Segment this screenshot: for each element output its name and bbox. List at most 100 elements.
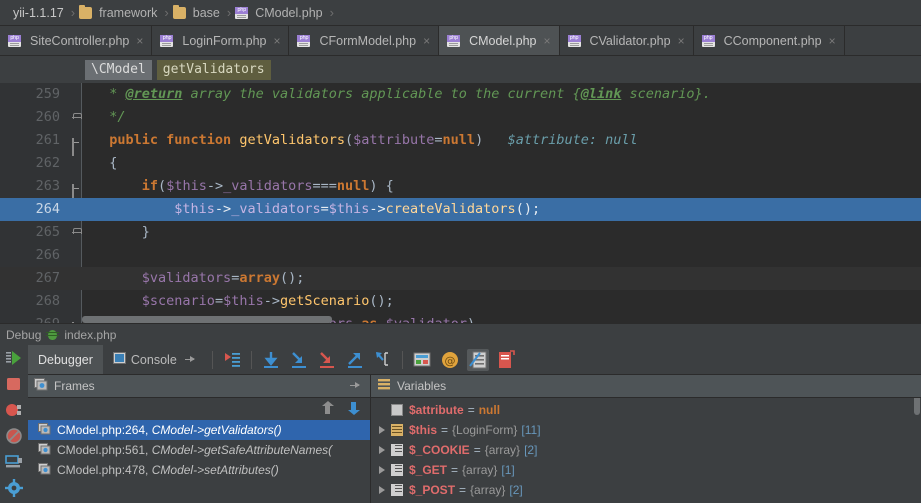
breadcrumb-item-file[interactable]: CModel.php	[233, 0, 327, 26]
variable-row[interactable]: $attribute = null	[371, 400, 921, 420]
console-view-icon[interactable]	[5, 453, 23, 471]
tab-sitecontroller[interactable]: SiteController.php ×	[0, 26, 153, 55]
step-into-icon[interactable]	[288, 349, 310, 371]
variable-equals: =	[459, 483, 467, 497]
show-execution-point-icon[interactable]	[221, 349, 243, 371]
array-icon	[391, 484, 403, 496]
code-editor[interactable]: 259 * @return array the validators appli…	[0, 83, 921, 323]
structure-member-chip[interactable]: getValidators	[156, 60, 271, 80]
code-token: }	[93, 224, 150, 240]
fold-end-icon[interactable]	[72, 228, 81, 237]
close-icon[interactable]: ×	[136, 35, 143, 47]
code-line[interactable]: 268 $scenario=$this->getScenario();	[0, 290, 921, 313]
breadcrumb-item-framework[interactable]: framework	[77, 0, 162, 26]
code-token: $this	[223, 293, 264, 309]
tab-debugger[interactable]: Debugger	[28, 345, 103, 374]
variable-equals: =	[473, 443, 481, 457]
code-line[interactable]: 267 $validators=array();	[0, 267, 921, 290]
svg-text:@: @	[444, 354, 455, 367]
step-out-icon[interactable]	[344, 349, 366, 371]
frame-row[interactable]: CModel.php:561, CModel->getSafeAttribute…	[28, 440, 370, 460]
tab-cformmodel[interactable]: CFormModel.php ×	[289, 26, 440, 55]
code-text: {	[93, 152, 117, 175]
code-line[interactable]: 264 $this->_validators=$this->createVali…	[0, 198, 921, 221]
breadcrumb-item-project[interactable]: yii-1.1.17	[8, 0, 69, 26]
mute-breakpoints-icon[interactable]	[5, 427, 23, 445]
view-breakpoints-icon[interactable]	[5, 401, 23, 419]
fold-start-icon[interactable]	[72, 136, 81, 156]
code-token: $this	[328, 201, 370, 217]
variable-row[interactable]: $_GET = {array} [1]	[371, 460, 921, 480]
variable-row[interactable]: $_POST = {array} [2]	[371, 480, 921, 500]
export-threads-icon[interactable]	[495, 349, 517, 371]
code-line[interactable]: 259 * @return array the validators appli…	[0, 83, 921, 106]
code-line[interactable]: 265 }	[0, 221, 921, 244]
code-token: (	[158, 178, 167, 194]
variables-icon	[377, 378, 391, 394]
close-icon[interactable]: ×	[543, 35, 550, 47]
tab-console[interactable]: Console	[103, 345, 207, 374]
close-icon[interactable]: ×	[273, 35, 280, 47]
fold-start-icon[interactable]	[72, 182, 81, 202]
variable-count: [2]	[509, 483, 523, 497]
frame-row[interactable]: CModel.php:264, CModel->getValidators()	[28, 420, 370, 440]
step-over-icon[interactable]	[260, 349, 282, 371]
code-token: _validators	[231, 201, 321, 217]
breadcrumb-label: base	[192, 5, 220, 20]
tab-label: CComponent.php	[723, 33, 822, 48]
at-sign-icon[interactable]: @	[439, 349, 461, 371]
settings-gear-icon[interactable]	[5, 479, 23, 497]
code-line[interactable]: 262 {	[0, 152, 921, 175]
code-text: }	[93, 221, 150, 244]
tab-ccomponent[interactable]: CComponent.php ×	[693, 26, 845, 55]
tab-loginform[interactable]: LoginForm.php ×	[152, 26, 290, 55]
expand-arrow-placeholder	[377, 405, 388, 416]
run-to-cursor-icon[interactable]	[372, 349, 394, 371]
fold-end-icon[interactable]	[72, 113, 81, 122]
code-line[interactable]: 266	[0, 244, 921, 267]
code-token: ();	[369, 293, 394, 309]
code-text: if($this->_validators===null) {	[93, 175, 394, 198]
evaluate-expression-icon[interactable]	[411, 349, 433, 371]
expand-arrow-icon[interactable]	[377, 465, 388, 476]
variable-count: [1]	[501, 463, 515, 477]
breadcrumb-item-base[interactable]: base	[171, 0, 225, 26]
editor-horizontal-scrollbar[interactable]	[82, 316, 332, 323]
tab-cmodel[interactable]: CModel.php ×	[439, 26, 560, 55]
variable-equals: =	[441, 423, 449, 437]
force-step-into-icon[interactable]	[316, 349, 338, 371]
tab-cvalidator[interactable]: CValidator.php ×	[559, 26, 694, 55]
frame-up-icon[interactable]	[322, 401, 334, 415]
variable-row[interactable]: $_COOKIE = {array} [2]	[371, 440, 921, 460]
tab-label: LoginForm.php	[182, 33, 267, 48]
code-token: array the validators applicable to the c…	[182, 86, 581, 102]
frames-panel-title: Frames	[54, 379, 95, 393]
code-token: */	[93, 109, 126, 125]
code-token: =	[214, 293, 224, 309]
code-line[interactable]: 261 public function getValidators($attri…	[0, 129, 921, 156]
code-line[interactable]: 260 */	[0, 106, 921, 129]
resume-program-icon[interactable]	[5, 349, 23, 367]
close-icon[interactable]: ×	[678, 35, 685, 47]
close-icon[interactable]: ×	[829, 35, 836, 47]
structure-class-chip[interactable]: \CModel	[85, 60, 152, 80]
frames-list[interactable]: CModel.php:264, CModel->getValidators() C…	[28, 375, 920, 503]
code-lines: 259 * @return array the validators appli…	[0, 83, 921, 323]
expand-arrow-icon[interactable]	[377, 445, 388, 456]
expand-arrow-icon[interactable]	[377, 485, 388, 496]
stop-program-icon[interactable]	[5, 375, 23, 393]
expand-arrow-icon[interactable]	[377, 425, 388, 436]
pin-icon[interactable]	[184, 355, 197, 365]
tab-console-label: Console	[130, 352, 177, 367]
code-token: =	[320, 201, 329, 217]
code-line[interactable]: 263 if($this->_validators===null) {	[0, 175, 921, 202]
code-text: public function getValidators($attribute…	[93, 129, 637, 152]
close-icon[interactable]: ×	[423, 35, 430, 47]
trace-current-stream-icon[interactable]	[466, 348, 489, 371]
frame-row[interactable]: CModel.php:478, CModel->setAttributes()	[28, 460, 370, 480]
pin-icon[interactable]	[350, 381, 362, 391]
frame-down-icon[interactable]	[348, 401, 360, 415]
variables-list[interactable]: $attribute = null $this = {LoginForm} [11] $_CO…	[371, 398, 921, 503]
line-number: 269	[0, 313, 60, 323]
variable-row[interactable]: $this = {LoginForm} [11]	[371, 420, 921, 440]
